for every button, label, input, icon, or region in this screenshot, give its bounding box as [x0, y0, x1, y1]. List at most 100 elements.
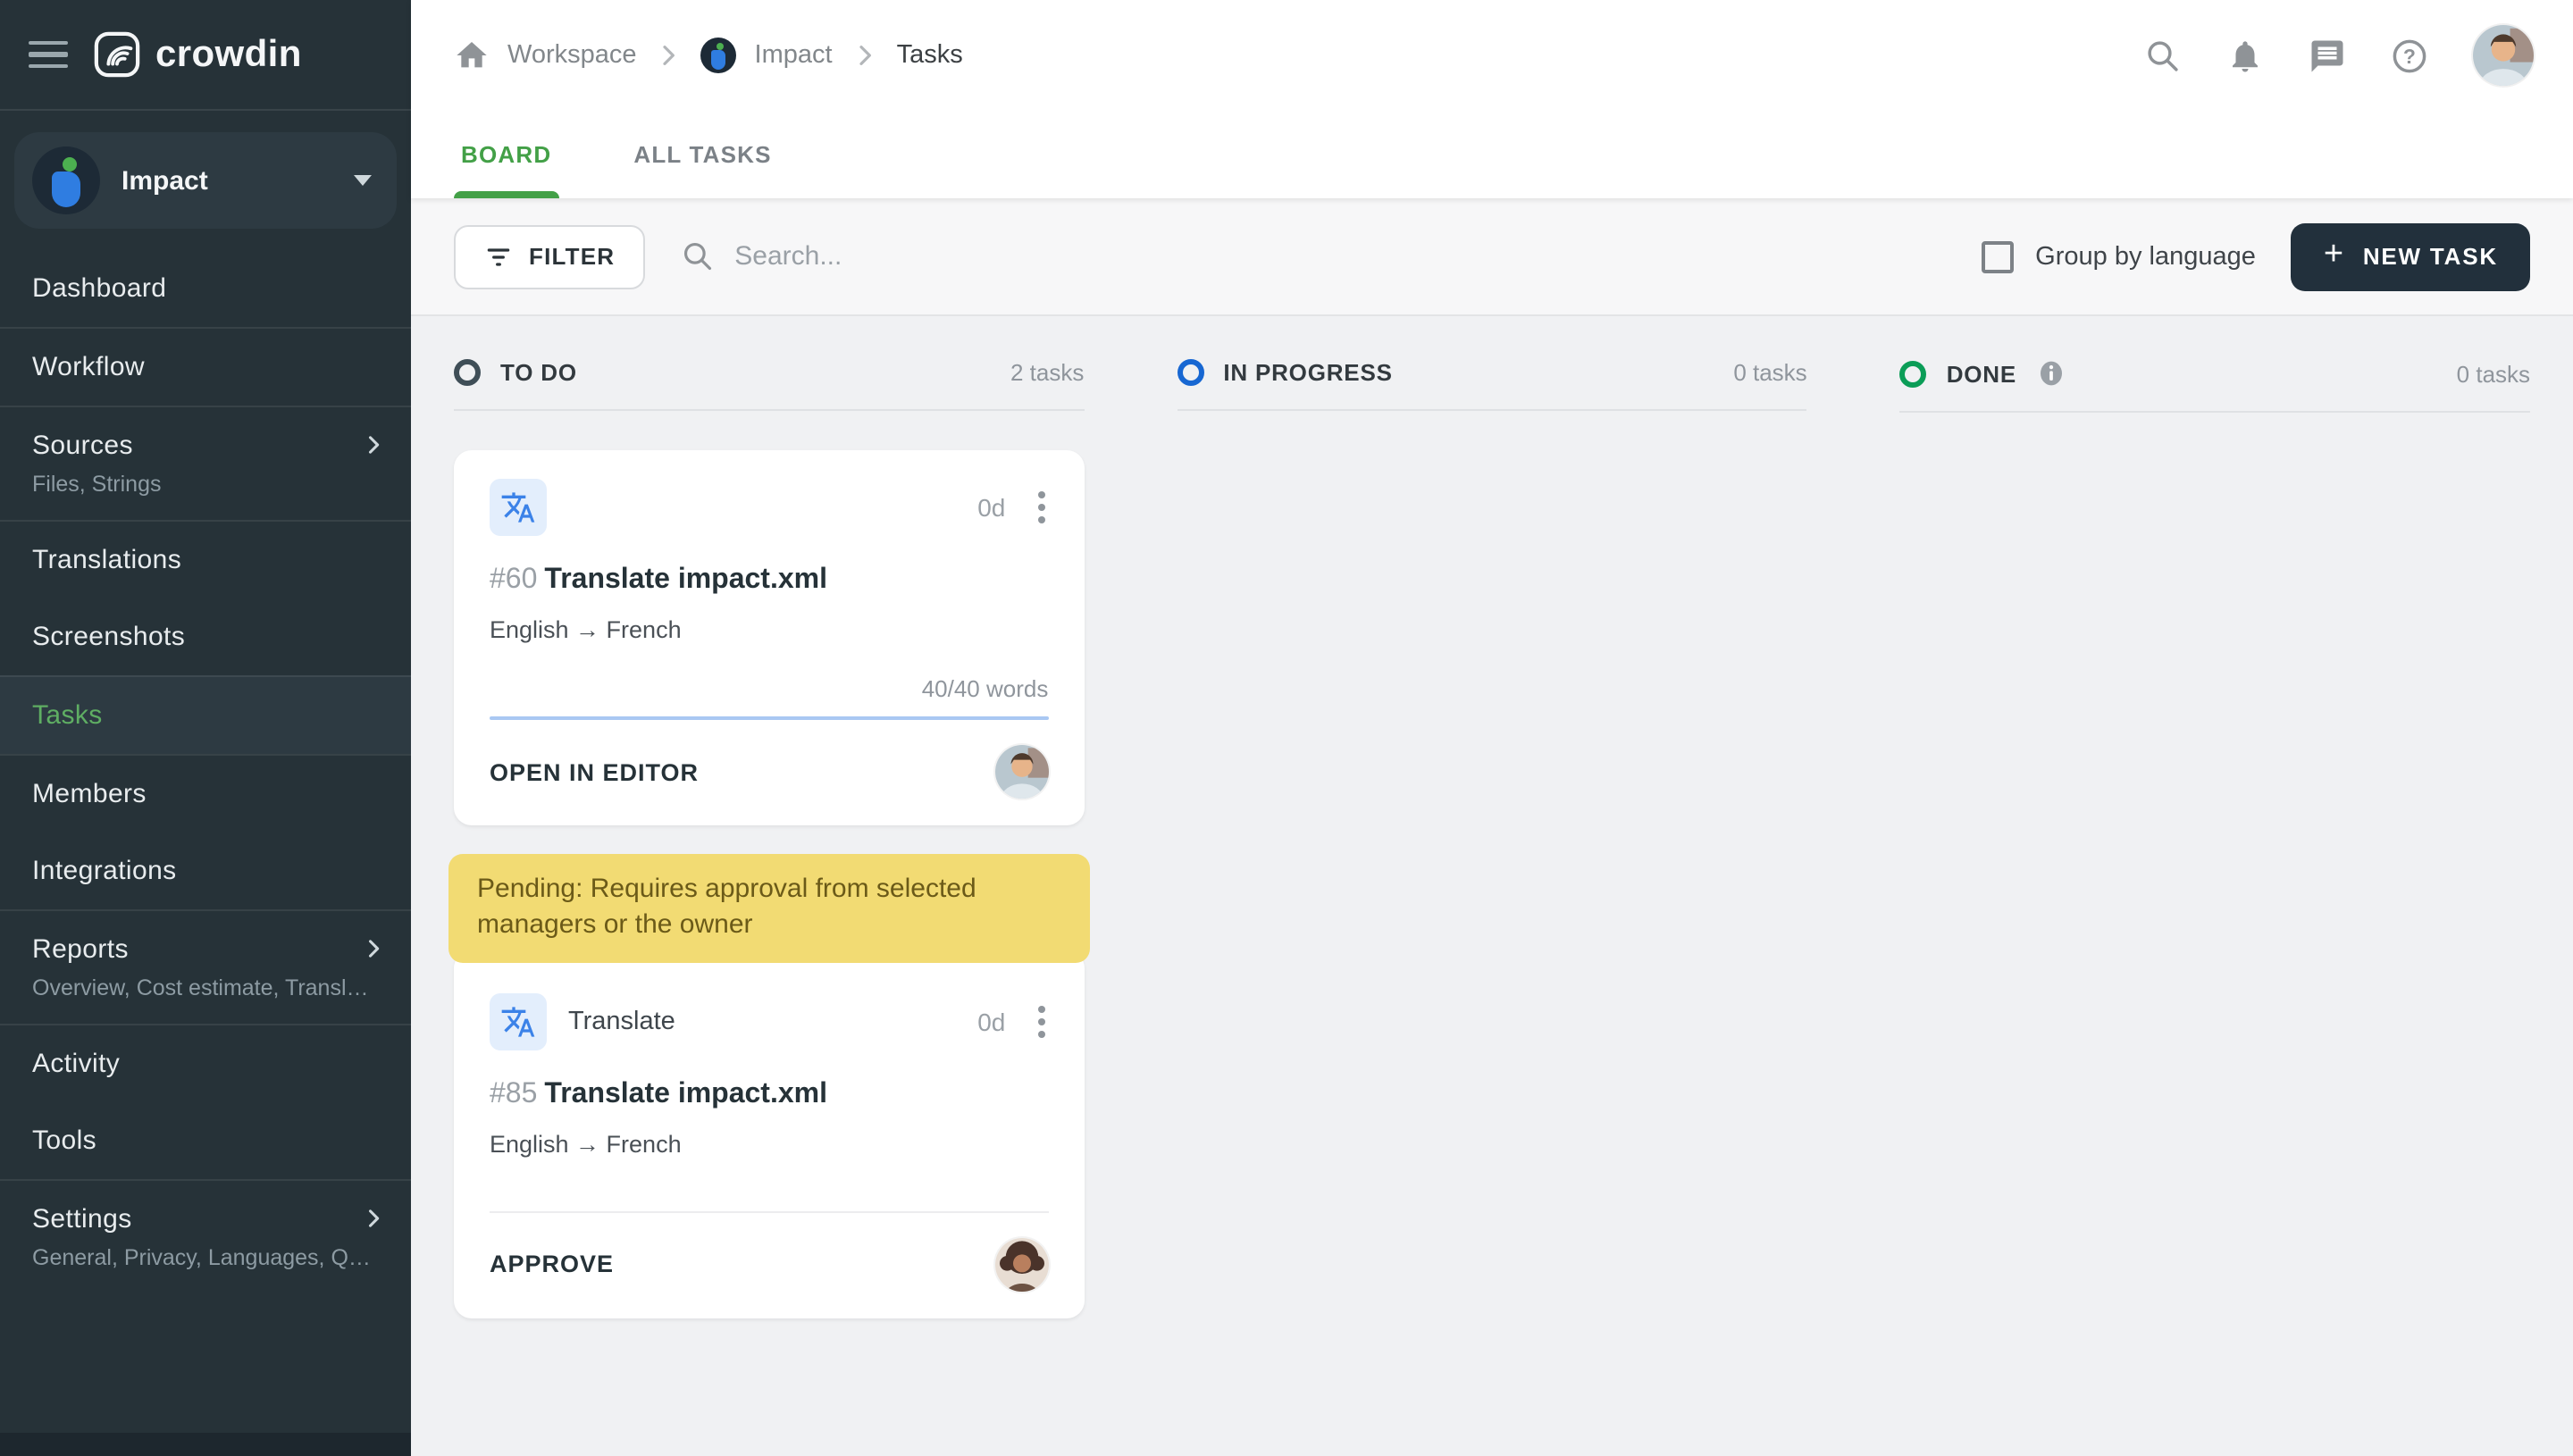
done-status-icon	[1899, 360, 1927, 387]
column-done-title: DONE	[1946, 360, 2017, 387]
pending-approval-banner: Pending: Requires approval from selected…	[448, 854, 1090, 962]
breadcrumb-project-icon	[700, 38, 737, 73]
group-by-language-toggle[interactable]: Group by language	[1982, 240, 2256, 272]
search-icon[interactable]	[2144, 37, 2182, 74]
menu-icon[interactable]	[29, 40, 68, 69]
sidebar-item-tools[interactable]: Tools	[0, 1102, 411, 1179]
column-done: DONE 0 tasks	[1899, 359, 2531, 1456]
sidebar: crowdin Impact Dashboard Workflow Source…	[0, 0, 411, 1456]
task-progress-bar	[490, 716, 1049, 720]
task-title[interactable]: #60 Translate impact.xml	[490, 565, 1048, 597]
translate-task-icon	[490, 992, 547, 1050]
sidebar-item-settings-sublabel: General, Privacy, Languages, Q…	[32, 1245, 371, 1270]
tab-board[interactable]: BOARD	[454, 111, 558, 198]
sidebar-item-settings[interactable]: Settings General, Privacy, Languages, Q…	[0, 1179, 411, 1293]
kebab-menu-icon[interactable]	[1034, 488, 1048, 527]
sidebar-item-dashboard[interactable]: Dashboard	[0, 250, 411, 327]
task-card-85: Translate 0d #85 Translate impact.xml Eng…	[454, 950, 1085, 1318]
chevron-right-icon	[368, 436, 380, 454]
group-by-language-label: Group by language	[2035, 242, 2256, 271]
project-avatar	[32, 146, 100, 214]
column-todo-title: TO DO	[500, 359, 577, 386]
in-progress-status-icon	[1177, 359, 1204, 386]
task-type-label: Translate	[568, 1007, 675, 1035]
new-task-button[interactable]: + NEW TASK	[2291, 222, 2530, 290]
column-in-progress-header: IN PROGRESS 0 tasks	[1177, 359, 1807, 411]
topbar: Workspace Impact Tasks ?	[411, 0, 2573, 111]
sidebar-item-tasks[interactable]: Tasks	[0, 675, 411, 754]
notifications-bell-icon[interactable]	[2226, 37, 2264, 74]
card-header-row: Translate 0d	[490, 992, 1048, 1050]
column-in-progress-count: 0 tasks	[1733, 359, 1807, 386]
sidebar-logo-bar: crowdin	[0, 0, 411, 111]
column-todo-header: TO DO 2 tasks	[454, 359, 1085, 411]
breadcrumb-project[interactable]: Impact	[755, 41, 833, 70]
assignee-avatar[interactable]	[994, 745, 1049, 799]
column-todo-count: 2 tasks	[1010, 359, 1085, 386]
kebab-menu-icon[interactable]	[1034, 1001, 1048, 1041]
view-tabs: BOARD ALL TASKS	[411, 111, 2573, 198]
task-language-pair: English → French	[490, 1130, 682, 1157]
task-board: TO DO 2 tasks 0d #60 Translate impact.xm…	[411, 316, 2573, 1456]
content-area: FILTER Group by language + NEW TASK	[411, 198, 2573, 1456]
search-icon	[684, 242, 712, 271]
crowdin-logo[interactable]: crowdin	[93, 30, 302, 79]
task-progress-fill	[490, 716, 1049, 720]
tab-all-tasks[interactable]: ALL TASKS	[626, 111, 778, 198]
topbar-icons: ?	[2144, 25, 2534, 86]
chevron-right-icon	[368, 1209, 380, 1227]
card-footer: APPROVE	[490, 1212, 1049, 1291]
column-done-count: 0 tasks	[2456, 360, 2531, 387]
assignee-avatar[interactable]	[994, 1237, 1049, 1291]
task-duration: 0d	[977, 1007, 1006, 1035]
sidebar-item-reports[interactable]: Reports Overview, Cost estimate, Transl…	[0, 909, 411, 1024]
translate-task-icon	[490, 479, 547, 536]
task-language-pair: English → French	[490, 616, 682, 643]
open-in-editor-button[interactable]: OPEN IN EDITOR	[490, 758, 699, 785]
plus-icon: +	[2323, 236, 2345, 273]
task-title[interactable]: #85 Translate impact.xml	[490, 1078, 1048, 1110]
card-header-row: 0d	[490, 479, 1048, 536]
sidebar-item-translations[interactable]: Translations	[0, 520, 411, 598]
column-in-progress: IN PROGRESS 0 tasks	[1177, 359, 1807, 1456]
task-duration: 0d	[977, 493, 1006, 522]
card-footer: OPEN IN EDITOR	[490, 745, 1049, 799]
sidebar-item-integrations[interactable]: Integrations	[0, 833, 411, 909]
info-icon[interactable]	[2036, 359, 2065, 388]
breadcrumb-page: Tasks	[896, 41, 963, 70]
sidebar-item-sources[interactable]: Sources Files, Strings	[0, 406, 411, 520]
column-todo: TO DO 2 tasks 0d #60 Translate impact.xm…	[448, 359, 1090, 1456]
project-selector[interactable]: Impact	[14, 132, 397, 229]
task-search	[681, 239, 1946, 273]
group-by-language-checkbox[interactable]	[1982, 240, 2015, 272]
messages-icon[interactable]	[2309, 37, 2346, 74]
sidebar-item-members[interactable]: Members	[0, 754, 411, 833]
chevron-right-icon	[859, 46, 871, 65]
search-input[interactable]	[734, 241, 1271, 272]
column-in-progress-title: IN PROGRESS	[1223, 359, 1393, 386]
filter-icon	[487, 247, 510, 265]
sidebar-item-reports-sublabel: Overview, Cost estimate, Transl…	[32, 975, 369, 1000]
sidebar-bottom-strip	[0, 1433, 411, 1456]
approve-button[interactable]: APPROVE	[490, 1251, 614, 1277]
crowdin-wordmark: crowdin	[155, 33, 302, 74]
task-id: #60	[490, 565, 538, 595]
home-icon[interactable]	[454, 38, 490, 73]
sidebar-nav: Dashboard Workflow Sources Files, String…	[0, 250, 411, 1433]
page-header: Workspace Impact Tasks ? BOARD ALL TASKS	[411, 0, 2573, 198]
sidebar-item-workflow[interactable]: Workflow	[0, 327, 411, 406]
user-avatar[interactable]	[2473, 25, 2534, 86]
chevron-right-icon	[368, 940, 380, 958]
filter-button[interactable]: FILTER	[454, 224, 646, 289]
sidebar-item-screenshots[interactable]: Screenshots	[0, 598, 411, 675]
help-icon[interactable]: ?	[2391, 37, 2428, 74]
toolbar: FILTER Group by language + NEW TASK	[411, 198, 2573, 316]
task-id: #85	[490, 1078, 538, 1109]
todo-status-icon	[454, 359, 481, 386]
task-word-progress: 40/40 words	[921, 675, 1049, 702]
chevron-right-icon	[663, 46, 675, 65]
crowdin-logo-icon	[94, 31, 140, 78]
breadcrumb-workspace[interactable]: Workspace	[507, 41, 637, 70]
sidebar-item-activity[interactable]: Activity	[0, 1024, 411, 1102]
main-area: Workspace Impact Tasks ? BOARD ALL TASKS…	[411, 0, 2573, 1456]
